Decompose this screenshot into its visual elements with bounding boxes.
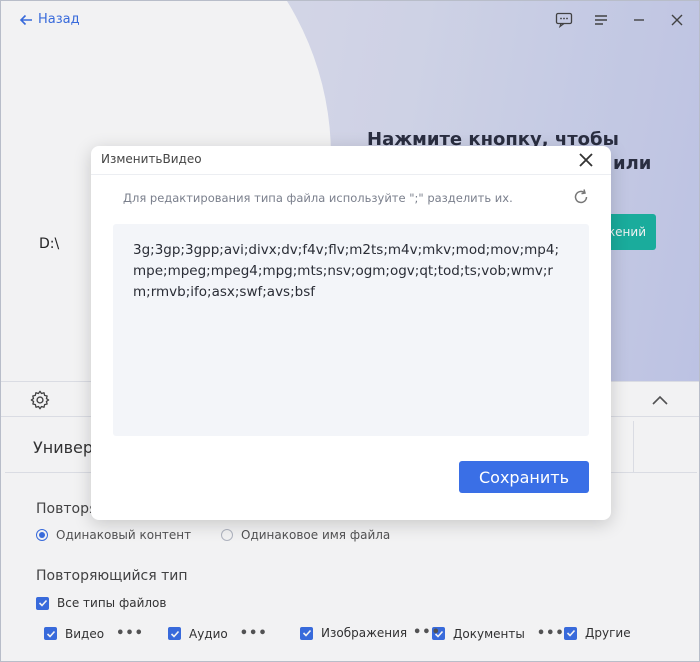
- save-button-label: Сохранить: [479, 467, 569, 487]
- refresh-icon[interactable]: [571, 187, 591, 207]
- app-window: Назад Нажмите кнопку, чтобы или жений D:…: [0, 0, 700, 662]
- dialog-divider: [91, 174, 611, 175]
- save-button[interactable]: Сохранить: [459, 461, 589, 493]
- edit-video-dialog: ИзменитьВидео Для редактирования типа фа…: [91, 146, 611, 520]
- dialog-close-icon[interactable]: [577, 151, 595, 169]
- dialog-hint: Для редактирования типа файла используйт…: [123, 191, 513, 205]
- extensions-textarea[interactable]: 3g;3gp;3gpp;avi;divx;dv;f4v;flv;m2ts;m4v…: [113, 224, 589, 436]
- dialog-title: ИзменитьВидео: [101, 152, 202, 166]
